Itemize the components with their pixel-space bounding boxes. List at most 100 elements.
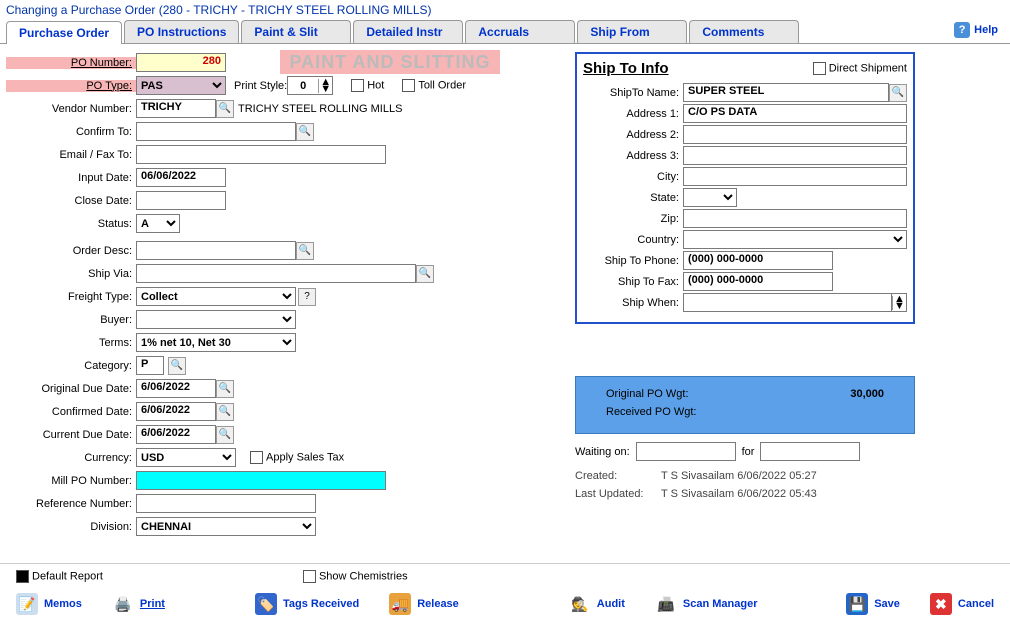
tab-paint-slit[interactable]: Paint & Slit bbox=[241, 20, 351, 43]
tab-bar: Purchase Order PO Instructions Paint & S… bbox=[0, 20, 1010, 44]
cancel-label: Cancel bbox=[958, 598, 994, 610]
close-date-field[interactable] bbox=[136, 191, 226, 210]
confirmed-date-lookup-icon[interactable]: 🔍 bbox=[216, 403, 234, 421]
release-label: Release bbox=[417, 598, 459, 610]
po-type-label: PO Type: bbox=[6, 80, 136, 92]
original-due-lookup-icon[interactable]: 🔍 bbox=[216, 380, 234, 398]
tags-received-button[interactable]: 🏷️Tags Received bbox=[249, 591, 365, 617]
po-weight-summary: Original PO Wgt:30,000 Received PO Wgt: bbox=[575, 376, 915, 434]
order-desc-field[interactable] bbox=[136, 241, 296, 260]
addr2-field[interactable] bbox=[683, 125, 907, 144]
ship-when-field[interactable] bbox=[683, 293, 892, 312]
original-due-field[interactable]: 6/06/2022 bbox=[136, 379, 216, 398]
freight-type-select[interactable]: Collect bbox=[136, 287, 296, 306]
shipto-name-lookup-icon[interactable]: 🔍 bbox=[889, 84, 907, 102]
tab-purchase-order[interactable]: Purchase Order bbox=[6, 21, 122, 44]
memos-button[interactable]: 📝Memos bbox=[10, 591, 88, 617]
phone-field[interactable]: (000) 000-0000 bbox=[683, 251, 833, 270]
tab-detailed-instr[interactable]: Detailed Instr bbox=[353, 20, 463, 43]
toll-order-checkbox[interactable] bbox=[402, 79, 415, 92]
shipto-name-label: ShipTo Name: bbox=[583, 87, 683, 99]
reference-field[interactable] bbox=[136, 494, 316, 513]
received-wgt-label: Received PO Wgt: bbox=[606, 406, 696, 418]
tab-accruals[interactable]: Accruals bbox=[465, 20, 575, 43]
current-due-field[interactable]: 6/06/2022 bbox=[136, 425, 216, 444]
waiting-on-field[interactable] bbox=[636, 442, 736, 461]
vendor-lookup-icon[interactable]: 🔍 bbox=[216, 100, 234, 118]
tab-po-instructions[interactable]: PO Instructions bbox=[124, 20, 239, 43]
print-style-stepper[interactable]: 0 ▲▼ bbox=[287, 76, 333, 95]
close-icon: ✖ bbox=[930, 593, 952, 615]
help-icon: ? bbox=[954, 22, 970, 38]
apply-tax-label: Apply Sales Tax bbox=[266, 451, 344, 463]
po-type-select[interactable]: PAS bbox=[136, 76, 226, 95]
mill-po-field[interactable] bbox=[136, 471, 386, 490]
buyer-select[interactable] bbox=[136, 310, 296, 329]
fax-field[interactable]: (000) 000-0000 bbox=[683, 272, 833, 291]
po-number-label: PO Number: bbox=[6, 57, 136, 69]
scan-manager-button[interactable]: 📠Scan Manager bbox=[649, 591, 764, 617]
updated-value: T S Sivasailam 6/06/2022 05:43 bbox=[661, 488, 817, 500]
addr1-field[interactable]: C/O PS DATA bbox=[683, 104, 907, 123]
country-label: Country: bbox=[583, 234, 683, 246]
order-desc-lookup-icon[interactable]: 🔍 bbox=[296, 242, 314, 260]
confirmed-date-field[interactable]: 6/06/2022 bbox=[136, 402, 216, 421]
category-lookup-icon[interactable]: 🔍 bbox=[168, 357, 186, 375]
save-button[interactable]: 💾Save bbox=[840, 591, 906, 617]
zip-field[interactable] bbox=[683, 209, 907, 228]
save-icon: 💾 bbox=[846, 593, 868, 615]
current-due-lookup-icon[interactable]: 🔍 bbox=[216, 426, 234, 444]
tag-icon: 🏷️ bbox=[255, 593, 277, 615]
show-chemistries-checkbox[interactable] bbox=[303, 570, 316, 583]
addr3-field[interactable] bbox=[683, 146, 907, 165]
default-report-label: Default Report bbox=[32, 570, 103, 582]
audit-button[interactable]: 🕵️Audit bbox=[563, 591, 631, 617]
status-select[interactable]: A bbox=[136, 214, 180, 233]
detective-icon: 🕵️ bbox=[569, 593, 591, 615]
city-field[interactable] bbox=[683, 167, 907, 186]
tab-comments[interactable]: Comments bbox=[689, 20, 799, 43]
tab-ship-from[interactable]: Ship From bbox=[577, 20, 687, 43]
chevron-down-icon[interactable]: ▼ bbox=[893, 303, 906, 310]
division-label: Division: bbox=[6, 521, 136, 533]
help-link[interactable]: ? Help bbox=[954, 22, 998, 38]
release-button[interactable]: 🚚Release bbox=[383, 591, 465, 617]
buyer-label: Buyer: bbox=[6, 314, 136, 326]
updated-row: Last Updated: T S Sivasailam 6/06/2022 0… bbox=[575, 488, 915, 500]
addr3-label: Address 3: bbox=[583, 150, 683, 162]
apply-tax-checkbox[interactable] bbox=[250, 451, 263, 464]
country-select[interactable] bbox=[683, 230, 907, 249]
category-label: Category: bbox=[6, 360, 136, 372]
division-select[interactable]: CHENNAI bbox=[136, 517, 316, 536]
email-fax-field[interactable] bbox=[136, 145, 386, 164]
cancel-button[interactable]: ✖ Cancel bbox=[924, 591, 1000, 617]
print-button[interactable]: 🖨️Print bbox=[106, 591, 171, 617]
category-field[interactable]: P bbox=[136, 356, 164, 375]
ship-via-field[interactable] bbox=[136, 264, 416, 283]
hot-checkbox[interactable] bbox=[351, 79, 364, 92]
shipto-name-field[interactable]: SUPER STEEL bbox=[683, 83, 889, 102]
close-date-label: Close Date: bbox=[6, 195, 136, 207]
email-fax-label: Email / Fax To: bbox=[6, 149, 136, 161]
main-panel: PAINT AND SLITTING PO Number: 280 PO Typ… bbox=[0, 44, 1010, 544]
chevron-down-icon[interactable]: ▼ bbox=[319, 86, 332, 93]
vendor-number-field[interactable]: TRICHY bbox=[136, 99, 216, 118]
waiting-for-field[interactable] bbox=[760, 442, 860, 461]
confirm-to-lookup-icon[interactable]: 🔍 bbox=[296, 123, 314, 141]
created-label: Created: bbox=[575, 470, 655, 482]
po-number-field[interactable]: 280 bbox=[136, 53, 226, 72]
confirm-to-field[interactable] bbox=[136, 122, 296, 141]
reference-label: Reference Number: bbox=[6, 498, 136, 510]
terms-select[interactable]: 1% net 10, Net 30 bbox=[136, 333, 296, 352]
window-title: Changing a Purchase Order (280 - TRICHY … bbox=[0, 0, 1010, 20]
original-due-label: Original Due Date: bbox=[6, 383, 136, 395]
currency-select[interactable]: USD bbox=[136, 448, 236, 467]
input-date-field[interactable]: 06/06/2022 bbox=[136, 168, 226, 187]
freight-help-button[interactable]: ? bbox=[298, 288, 316, 306]
state-select[interactable] bbox=[683, 188, 737, 207]
updated-label: Last Updated: bbox=[575, 488, 655, 500]
default-report-checkbox[interactable] bbox=[16, 570, 29, 583]
toll-order-label: Toll Order bbox=[418, 79, 466, 91]
ship-via-lookup-icon[interactable]: 🔍 bbox=[416, 265, 434, 283]
direct-shipment-checkbox[interactable] bbox=[813, 62, 826, 75]
